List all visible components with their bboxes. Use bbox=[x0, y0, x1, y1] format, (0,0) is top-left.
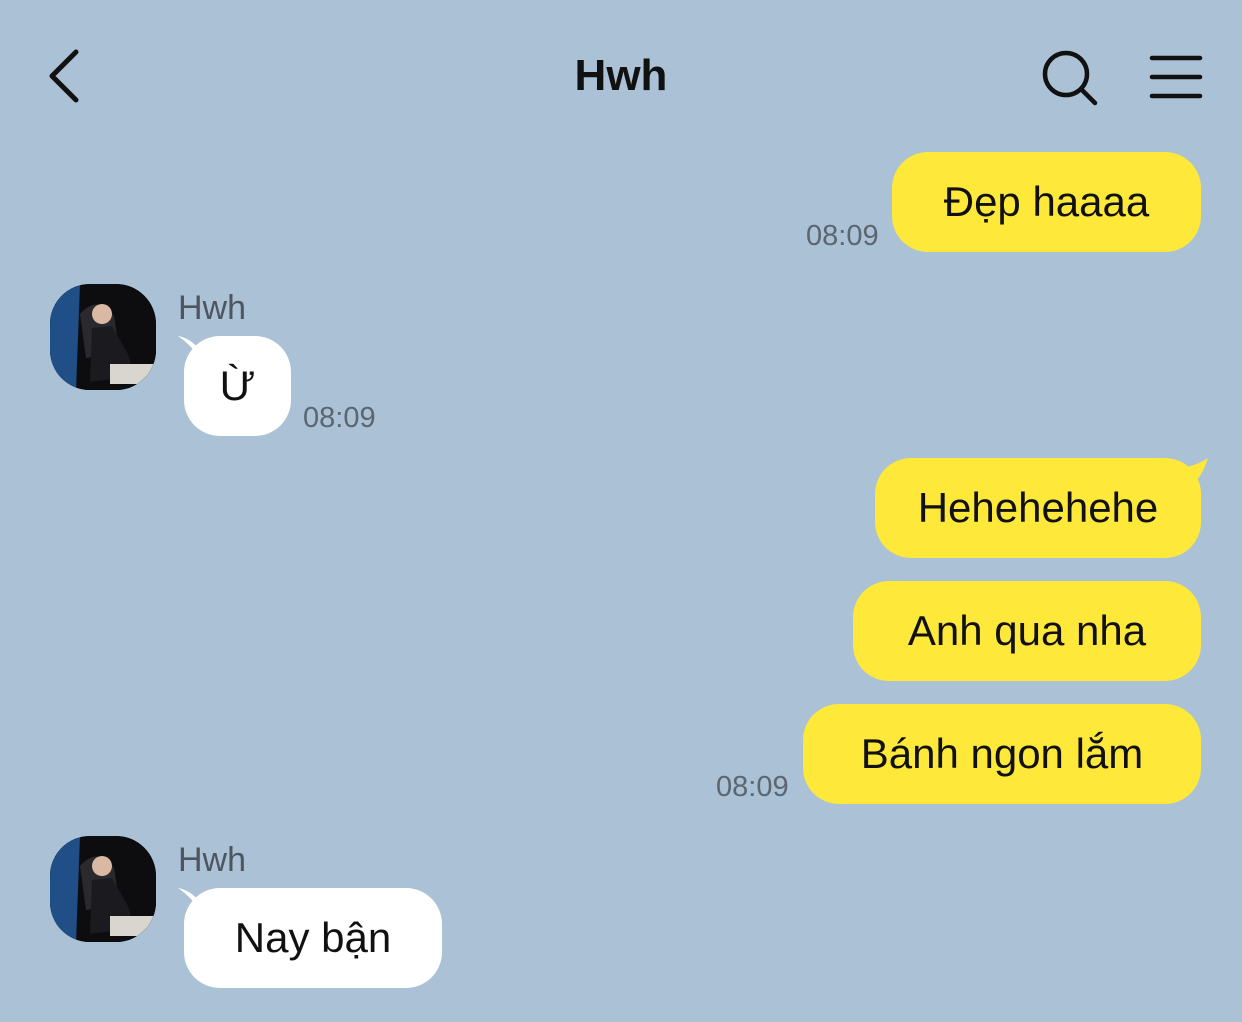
search-icon bbox=[1042, 50, 1098, 106]
profile-photo bbox=[50, 836, 156, 942]
outgoing-message-bubble[interactable]: Đẹp haaaa bbox=[892, 152, 1201, 252]
menu-icon bbox=[1149, 55, 1203, 99]
message-time: 08:09 bbox=[806, 220, 879, 252]
menu-button[interactable] bbox=[1148, 52, 1204, 102]
message-text: Đẹp haaaa bbox=[943, 178, 1150, 225]
message-time: 08:09 bbox=[303, 402, 376, 434]
message-text: Bánh ngon lắm bbox=[860, 730, 1144, 777]
sender-name: Hwh bbox=[178, 841, 247, 879]
sender-name: Hwh bbox=[178, 289, 247, 327]
incoming-message-bubble[interactable]: Ừ bbox=[184, 336, 291, 436]
avatar[interactable] bbox=[50, 836, 156, 942]
outgoing-message-bubble[interactable]: Bánh ngon lắm bbox=[803, 704, 1201, 804]
outgoing-message-bubble[interactable]: Anh qua nha bbox=[853, 581, 1201, 681]
search-button[interactable] bbox=[1038, 46, 1102, 110]
profile-photo bbox=[50, 284, 156, 390]
avatar[interactable] bbox=[50, 284, 156, 390]
incoming-message-bubble[interactable]: Nay bận bbox=[184, 888, 442, 988]
message-text: Anh qua nha bbox=[907, 607, 1147, 654]
message-text: Hehehehehe bbox=[917, 484, 1159, 531]
outgoing-message-bubble[interactable]: Hehehehehe bbox=[875, 458, 1201, 558]
message-time: 08:09 bbox=[716, 771, 789, 803]
message-text: Ừ bbox=[219, 362, 256, 409]
message-text: Nay bận bbox=[234, 914, 392, 961]
